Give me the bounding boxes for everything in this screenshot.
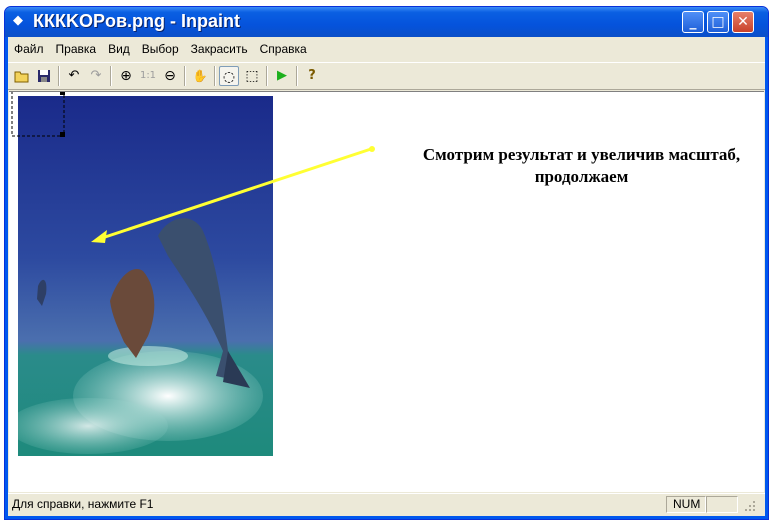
close-button[interactable]: ✕	[732, 11, 754, 33]
minimize-icon: _	[689, 14, 697, 30]
help-icon[interactable]: ?	[302, 66, 322, 86]
lasso-icon[interactable]: ◌	[219, 66, 239, 86]
selection-marquee	[11, 92, 65, 137]
image-canvas[interactable]: Смотрим результат и увеличив масштаб, пр…	[9, 91, 764, 492]
open-icon[interactable]	[12, 66, 32, 86]
toolbar-separator	[296, 66, 298, 86]
title-bar[interactable]: ◆ КККKOPов.png - Inpaint _ □ ✕	[5, 7, 768, 37]
minimize-button[interactable]: _	[682, 11, 704, 33]
menu-help[interactable]: Справка	[254, 40, 313, 60]
redo-icon[interactable]: ↷	[86, 66, 106, 86]
annotation-text: Смотрим результат и увеличив масштаб, пр…	[422, 145, 741, 186]
undo-icon[interactable]: ↶	[64, 66, 84, 86]
toolbar-separator	[214, 66, 216, 86]
yellow-arrow-line	[98, 147, 372, 241]
zoom-in-icon[interactable]: ⊕	[116, 66, 136, 86]
selection-handle	[60, 132, 65, 137]
menu-edit[interactable]: Правка	[50, 40, 103, 60]
hand-icon[interactable]: ✋	[190, 66, 210, 86]
toolbar-separator	[184, 66, 186, 86]
app-window: ◆ КККKOPов.png - Inpaint _ □ ✕ Файл Правк…	[4, 6, 769, 520]
save-icon[interactable]	[34, 66, 54, 86]
zoom-out-icon[interactable]: ⊖	[160, 66, 180, 86]
close-icon: ✕	[737, 14, 749, 30]
run-icon[interactable]: ▶	[272, 66, 292, 86]
arrow-dot	[369, 146, 375, 152]
maximize-button[interactable]: □	[707, 11, 729, 33]
menu-view[interactable]: Вид	[102, 40, 136, 60]
menu-bar: Файл Правка Вид Выбор Закрасить Справка	[8, 40, 765, 60]
resize-grip-icon[interactable]	[744, 500, 756, 512]
menu-select[interactable]: Выбор	[136, 40, 185, 60]
toolbar-separator	[266, 66, 268, 86]
menu-file[interactable]: Файл	[8, 40, 50, 60]
rect-select-icon[interactable]: ⬚	[242, 66, 262, 86]
maximize-icon: □	[711, 14, 725, 30]
window-title: КККKOPов.png - Inpaint	[33, 11, 240, 31]
toolbar-separator	[58, 66, 60, 86]
num-lock-indicator: NUM	[666, 496, 706, 513]
yellow-arrow-head	[91, 230, 107, 243]
status-bar: Для справки, нажмите F1 NUM	[8, 493, 765, 514]
status-text: Для справки, нажмите F1	[12, 497, 154, 511]
toolbar: ↶ ↷ ⊕ 1:1 ⊖ ✋ ◌ ⬚ ▶ ?	[8, 62, 765, 90]
menu-inpaint[interactable]: Закрасить	[185, 40, 254, 60]
diamond-icon: ◆	[13, 13, 23, 28]
toolbar-separator	[110, 66, 112, 86]
selection-handle	[60, 92, 65, 95]
status-pane	[706, 496, 738, 513]
zoom-actual-icon[interactable]: 1:1	[138, 66, 158, 86]
